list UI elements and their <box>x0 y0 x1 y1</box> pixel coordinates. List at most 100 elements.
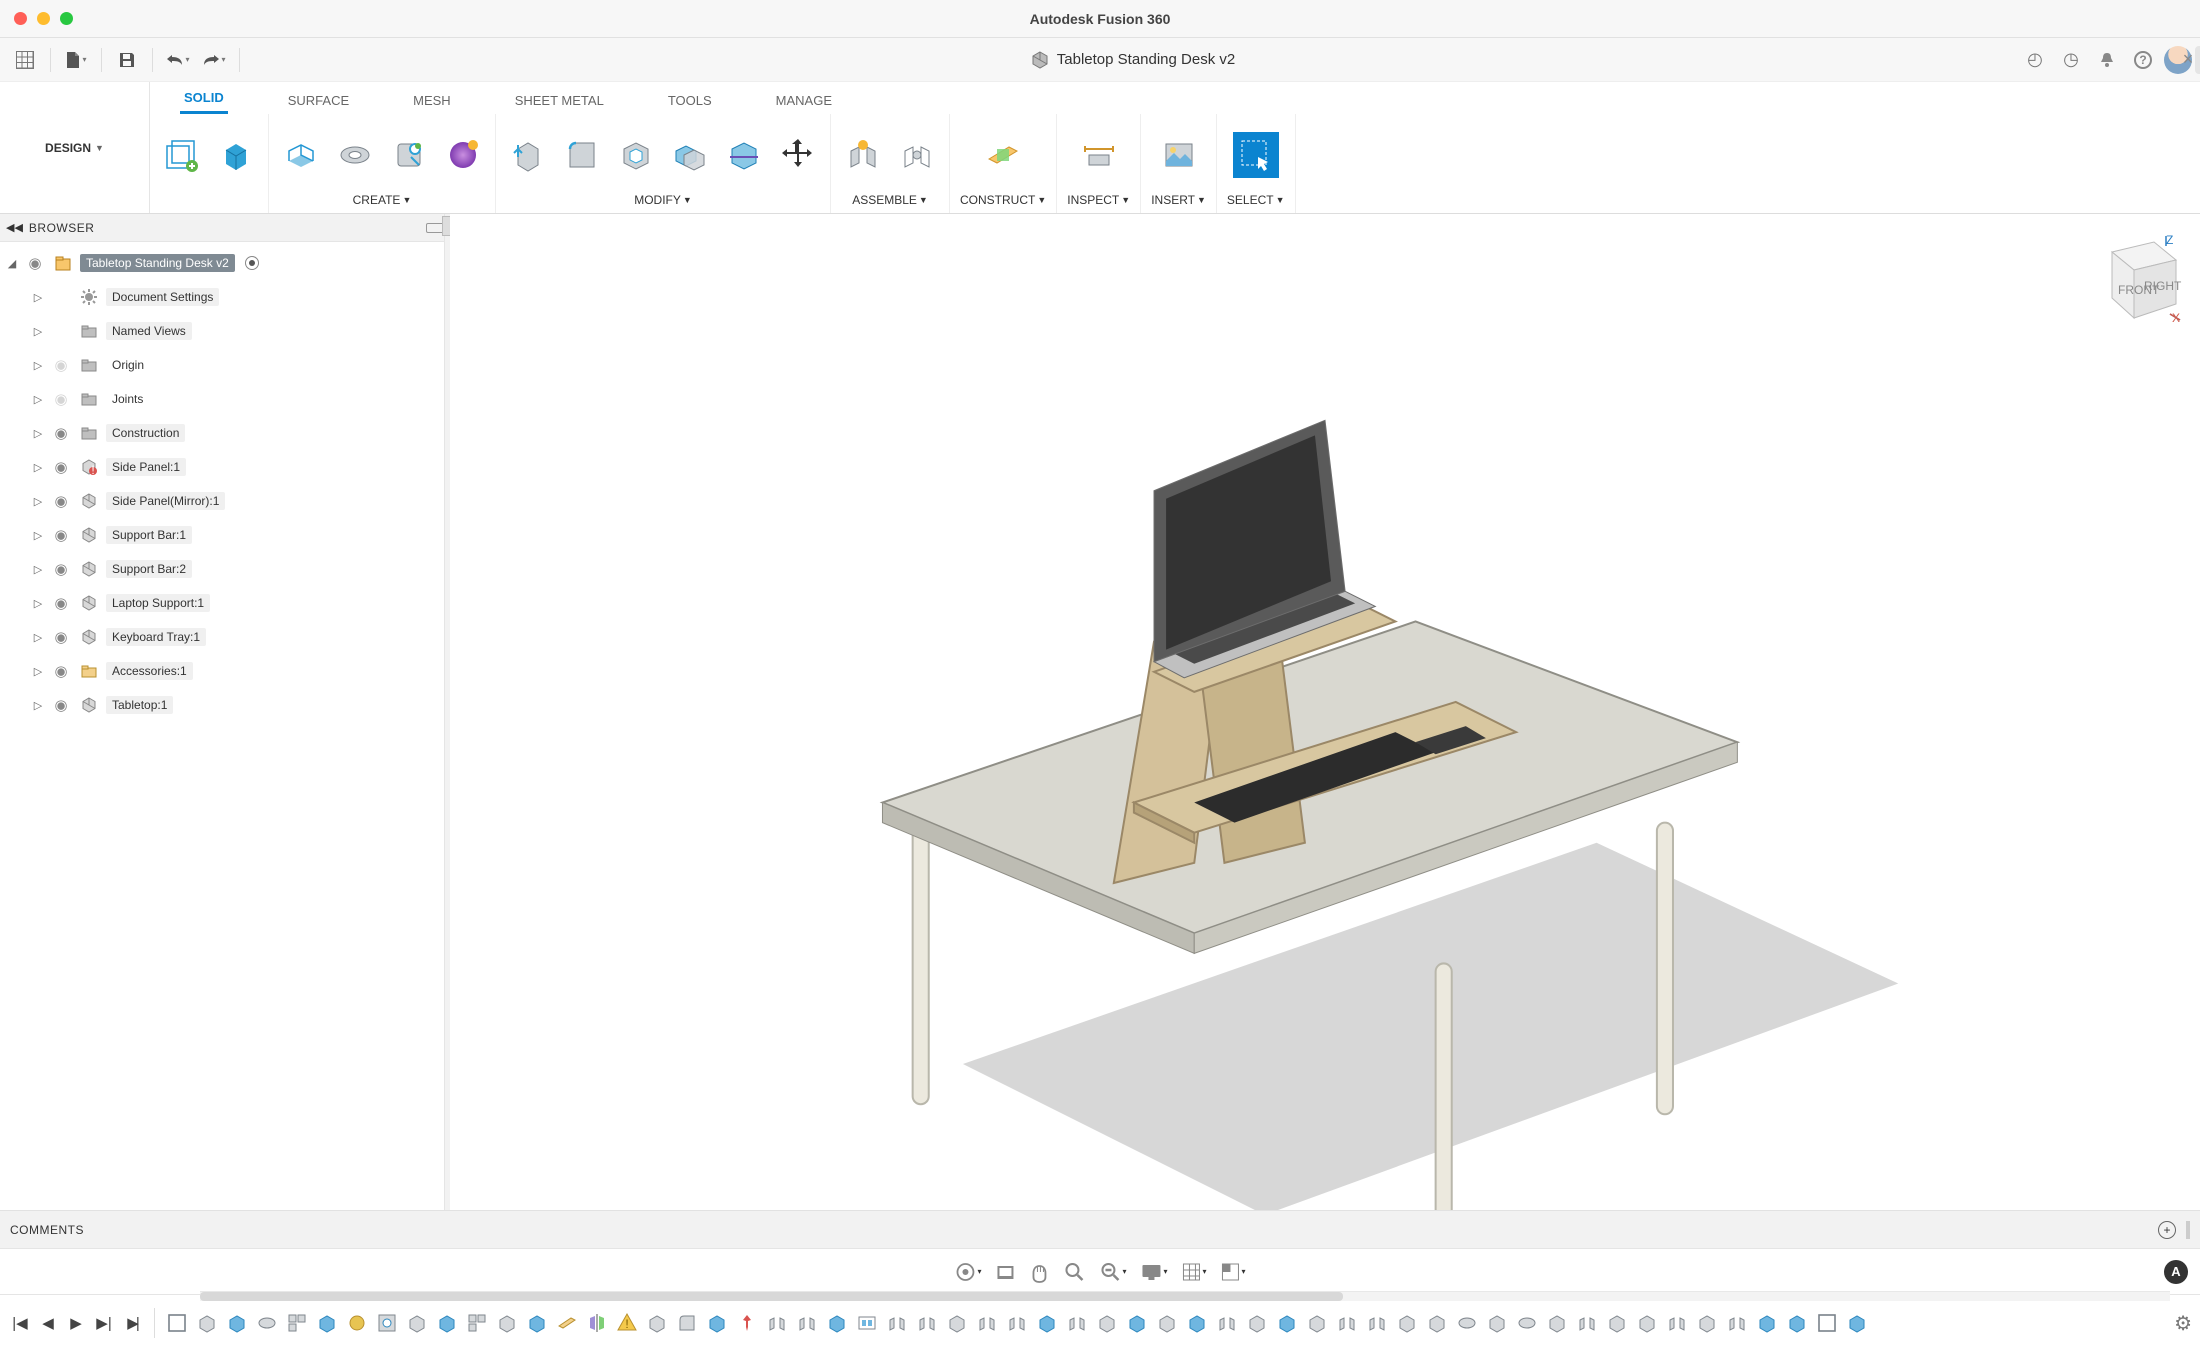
viewcube[interactable]: FRONT RIGHT Z X <box>2082 234 2182 334</box>
viewports-button[interactable]: ▾ <box>1221 1262 1246 1282</box>
help-button[interactable]: ? <box>2128 45 2158 75</box>
timeline-feature[interactable] <box>405 1311 429 1335</box>
ribbon-tab-manage[interactable]: MANAGE <box>772 87 836 114</box>
browser-node[interactable]: ▷Document Settings <box>6 280 444 314</box>
timeline-feature[interactable] <box>1725 1311 1749 1335</box>
visibility-toggle-icon[interactable]: ◉ <box>50 492 72 510</box>
browser-node[interactable]: ▷◉!Side Panel:1 <box>6 450 444 484</box>
timeline-feature[interactable] <box>1365 1311 1389 1335</box>
timeline-feature[interactable] <box>1575 1311 1599 1335</box>
create-box-button[interactable] <box>214 134 258 178</box>
timeline-feature[interactable] <box>1125 1311 1149 1335</box>
timeline-feature[interactable] <box>825 1311 849 1335</box>
visibility-toggle-icon[interactable]: ◉ <box>50 696 72 714</box>
fit-button[interactable] <box>1063 1261 1085 1283</box>
expand-icon[interactable]: ▷ <box>32 393 44 406</box>
ribbon-group-construct-label[interactable]: CONSTRUCT <box>960 193 1035 207</box>
timeline-feature[interactable] <box>975 1311 999 1335</box>
combine-button[interactable] <box>668 133 712 177</box>
timeline-feature[interactable] <box>855 1311 879 1335</box>
timeline-feature[interactable] <box>1695 1311 1719 1335</box>
timeline-feature[interactable] <box>675 1311 699 1335</box>
ribbon-tab-tools[interactable]: TOOLS <box>664 87 716 114</box>
timeline-feature[interactable] <box>735 1311 759 1335</box>
timeline-feature[interactable] <box>1035 1311 1059 1335</box>
display-settings-button[interactable]: ▾ <box>1140 1262 1167 1282</box>
browser-node[interactable]: ▷◉Construction <box>6 416 444 450</box>
timeline-feature[interactable] <box>435 1311 459 1335</box>
visibility-toggle-icon[interactable]: ◉ <box>50 628 72 646</box>
timeline-feature[interactable] <box>885 1311 909 1335</box>
visibility-toggle-icon[interactable]: ◉ <box>50 594 72 612</box>
save-button[interactable] <box>112 45 142 75</box>
visibility-toggle-icon[interactable]: ◉ <box>50 458 72 476</box>
timeline-feature[interactable] <box>1335 1311 1359 1335</box>
revolve-button[interactable] <box>333 133 377 177</box>
browser-node[interactable]: ▷◉Origin <box>6 348 444 382</box>
timeline-feature[interactable] <box>285 1311 309 1335</box>
measure-button[interactable] <box>1077 133 1121 177</box>
timeline-feature[interactable] <box>1155 1311 1179 1335</box>
visibility-toggle-icon[interactable]: ◉ <box>50 356 72 374</box>
orbit-button[interactable]: ▾ <box>954 1261 981 1283</box>
timeline-feature[interactable] <box>525 1311 549 1335</box>
timeline-settings-button[interactable]: ⚙ <box>2174 1311 2192 1336</box>
expand-icon[interactable]: ▷ <box>32 597 44 610</box>
extrude-button[interactable] <box>279 133 323 177</box>
fillet-button[interactable] <box>560 133 604 177</box>
look-at-button[interactable] <box>995 1262 1015 1282</box>
timeline-feature[interactable] <box>1635 1311 1659 1335</box>
new-tab-button[interactable]: + <box>2195 46 2200 74</box>
timeline-feature[interactable] <box>1095 1311 1119 1335</box>
visibility-toggle-icon[interactable]: ◉ <box>50 526 72 544</box>
expand-icon[interactable]: ▷ <box>32 699 44 712</box>
visibility-toggle-icon[interactable]: ◉ <box>50 424 72 442</box>
timeline-feature[interactable] <box>1665 1311 1689 1335</box>
select-button[interactable] <box>1234 133 1278 177</box>
ribbon-group-create-label[interactable]: CREATE <box>353 193 401 207</box>
timeline-feature[interactable] <box>1455 1311 1479 1335</box>
expand-icon[interactable]: ▷ <box>32 291 44 304</box>
ribbon-tab-solid[interactable]: SOLID <box>180 84 228 114</box>
timeline-feature[interactable] <box>705 1311 729 1335</box>
autodesk-badge[interactable]: A <box>2164 1260 2188 1284</box>
browser-node[interactable]: ▷◉Laptop Support:1 <box>6 586 444 620</box>
expand-icon[interactable]: ▷ <box>32 665 44 678</box>
timeline-first-button[interactable]: |◀ <box>8 1311 32 1335</box>
timeline-last-button[interactable]: ▶| <box>120 1311 144 1335</box>
timeline-prev-button[interactable]: ◀ <box>36 1311 60 1335</box>
browser-collapse-icon[interactable]: ◀◀ <box>6 221 23 234</box>
expand-icon[interactable]: ▷ <box>32 461 44 474</box>
timeline-feature[interactable] <box>645 1311 669 1335</box>
data-panel-button[interactable] <box>10 45 40 75</box>
browser-node[interactable]: ▷◉Support Bar:1 <box>6 518 444 552</box>
ribbon-group-modify-label[interactable]: MODIFY <box>634 193 681 207</box>
timeline-feature[interactable] <box>1425 1311 1449 1335</box>
pan-button[interactable] <box>1029 1261 1049 1283</box>
timeline-feature[interactable] <box>375 1311 399 1335</box>
browser-node[interactable]: ▷◉Support Bar:2 <box>6 552 444 586</box>
viewport-canvas[interactable]: FRONT RIGHT Z X <box>450 214 2200 1210</box>
create-form-button[interactable] <box>441 133 485 177</box>
browser-node[interactable]: ▷◉Joints <box>6 382 444 416</box>
construct-plane-button[interactable] <box>981 133 1025 177</box>
browser-node[interactable]: ▷Named Views <box>6 314 444 348</box>
browser-node[interactable]: ▷◉Tabletop:1 <box>6 688 444 722</box>
expand-icon[interactable]: ▷ <box>32 495 44 508</box>
timeline-feature[interactable] <box>1215 1311 1239 1335</box>
ribbon-group-select-label[interactable]: SELECT <box>1227 193 1274 207</box>
expand-icon[interactable]: ▷ <box>32 325 44 338</box>
presspull-button[interactable] <box>506 133 550 177</box>
file-menu-button[interactable] <box>61 45 91 75</box>
timeline-feature[interactable] <box>795 1311 819 1335</box>
ribbon-tab-sheetmetal[interactable]: SHEET METAL <box>511 87 608 114</box>
timeline-feature[interactable] <box>1395 1311 1419 1335</box>
browser-node[interactable]: ▷◉Keyboard Tray:1 <box>6 620 444 654</box>
ribbon-group-insert-label[interactable]: INSERT <box>1151 193 1195 207</box>
ribbon-tab-mesh[interactable]: MESH <box>409 87 455 114</box>
timeline-feature[interactable] <box>945 1311 969 1335</box>
comments-header[interactable]: COMMENTS + <box>0 1210 2200 1248</box>
expand-icon[interactable]: ▷ <box>32 427 44 440</box>
notifications-button[interactable] <box>2092 45 2122 75</box>
activate-component-radio[interactable] <box>245 256 259 270</box>
